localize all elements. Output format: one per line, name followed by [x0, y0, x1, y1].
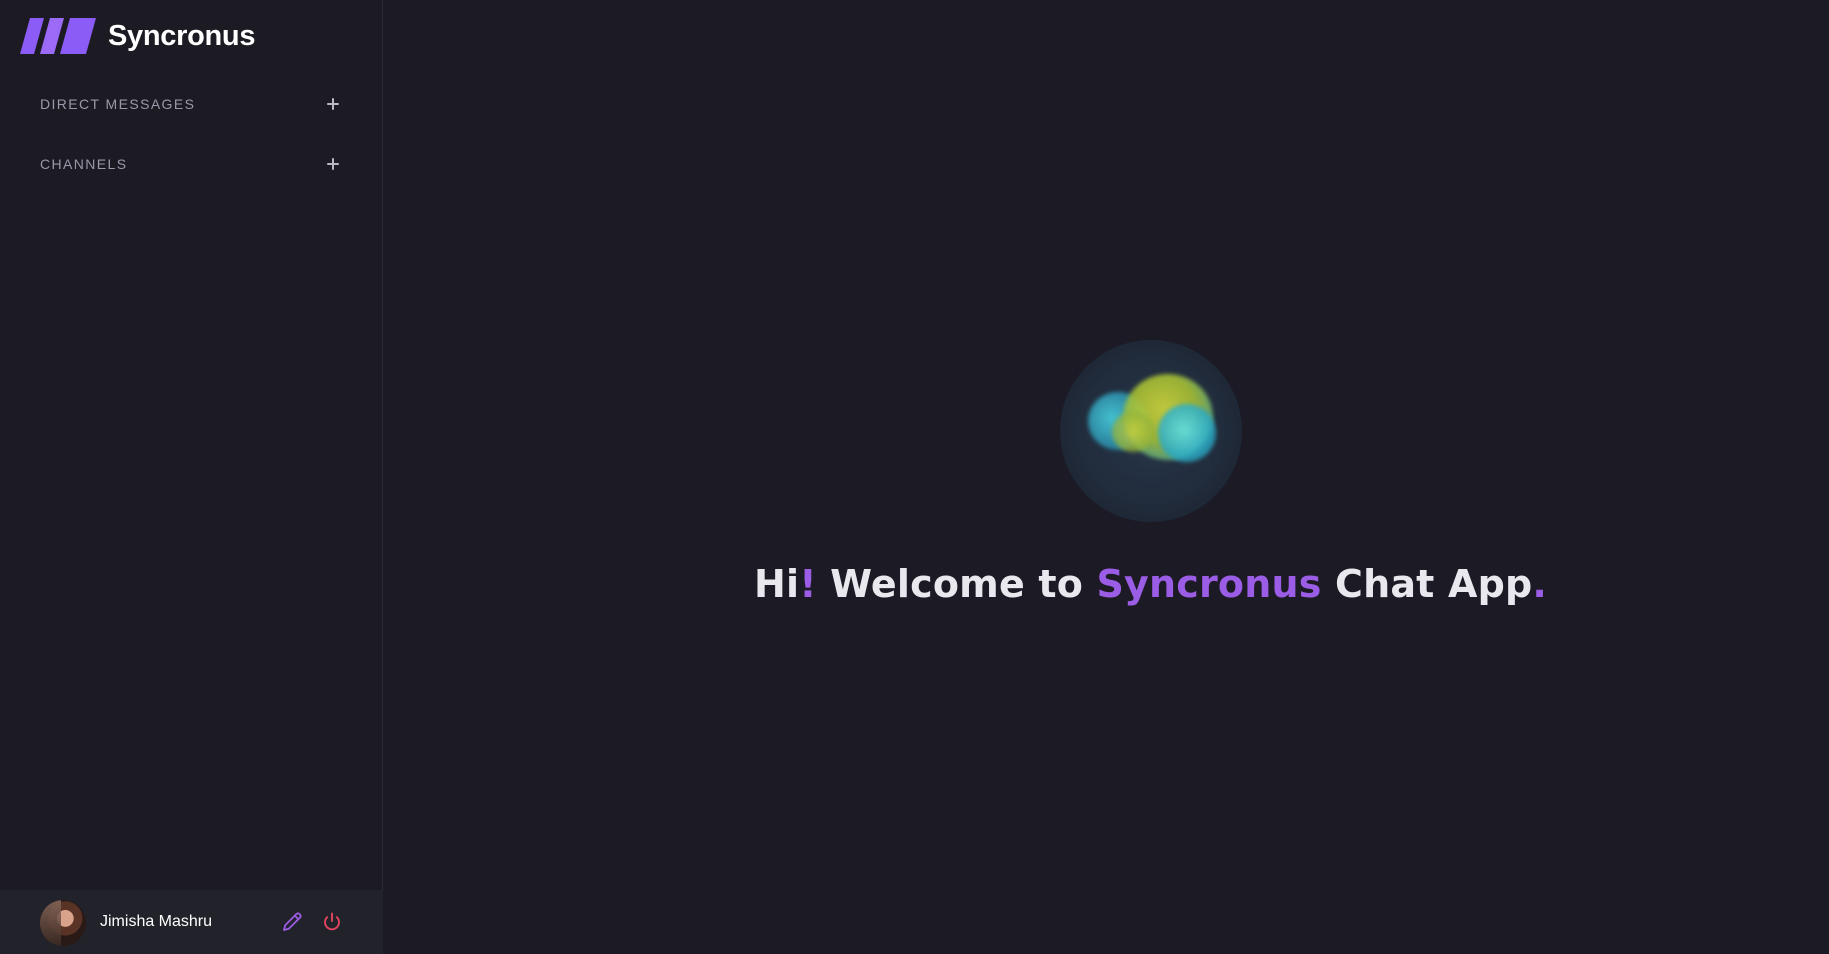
channels-section: CHANNELS [40, 149, 344, 179]
app-root: Syncronus DIRECT MESSAGES CHANNELS Jimis… [0, 0, 1829, 954]
avatar-shade [40, 900, 62, 946]
logout-button[interactable] [320, 910, 344, 934]
pencil-icon [283, 912, 302, 931]
avatar[interactable] [40, 900, 86, 946]
logo-icon [20, 18, 96, 54]
welcome-orb-animation [1060, 340, 1242, 522]
add-channel-button[interactable] [322, 153, 344, 175]
power-icon [324, 912, 340, 931]
direct-messages-section: DIRECT MESSAGES [40, 89, 344, 119]
welcome-brand: Syncronus [1096, 562, 1322, 606]
welcome-period: . [1532, 562, 1548, 606]
welcome-hi: Hi [753, 562, 800, 606]
edit-profile-button[interactable] [280, 910, 304, 934]
profile-name: Jimisha Mashru [100, 913, 213, 930]
welcome-after: Chat App [1321, 562, 1533, 606]
orb-blob [1158, 404, 1216, 462]
welcome-exclaim: ! [799, 562, 817, 606]
welcome-middle: Welcome to [816, 562, 1097, 606]
profile-bar: Jimisha Mashru [0, 890, 383, 954]
channels-label: CHANNELS [40, 156, 128, 172]
welcome-message: Hi! Welcome to Syncronus Chat App. [384, 562, 1829, 606]
orb-blob [1112, 412, 1154, 452]
brand[interactable]: Syncronus [20, 18, 255, 54]
add-direct-message-button[interactable] [322, 93, 344, 115]
sidebar: Syncronus DIRECT MESSAGES CHANNELS Jimis… [0, 0, 383, 954]
brand-name: Syncronus [108, 19, 256, 52]
main-area: Hi! Welcome to Syncronus Chat App. [384, 0, 1829, 954]
direct-messages-label: DIRECT MESSAGES [40, 96, 196, 112]
